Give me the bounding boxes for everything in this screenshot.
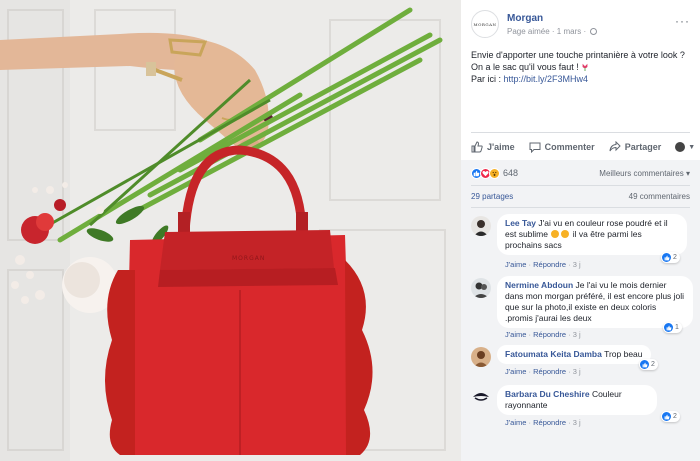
like-label: J'aime [487,142,515,152]
more-options-icon[interactable]: ··· [675,14,690,28]
commenter-avatar[interactable] [471,347,491,367]
post-text: Envie d'apporter une touche printanière … [471,49,693,85]
comment-button[interactable]: Commenter [529,141,595,153]
tulip-icon [582,63,588,71]
bag-bouquet-image: MORGAN [0,0,461,461]
comment-icon [529,142,541,153]
comment-like-count: 2 [673,413,677,420]
thumbs-up-icon [471,141,483,153]
comment-reply-link[interactable]: Répondre [533,367,566,376]
counts-row: 29 partages 49 commentaires [471,192,690,204]
comment-time[interactable]: 3 j [573,367,581,376]
page-name-link[interactable]: Morgan [507,13,543,24]
chevron-down-icon: ▼ [688,143,696,151]
comment-like-link[interactable]: J'aime [505,260,526,269]
heart-eyes-emoji-icon [551,230,560,238]
page-avatar[interactable]: MORGAN [471,10,499,38]
comment-like-badge[interactable]: 2 [661,252,680,263]
comment-bubble: Barbara Du Cheshire Couleur rayonnante [497,385,657,415]
comment-time[interactable]: 3 j [573,260,581,269]
comment-actions: J'aime · Répondre · 3 j [505,330,581,339]
comment-time[interactable]: 3 j [573,330,581,339]
comment-text: Trop beau [604,349,643,359]
heart-eyes-emoji-icon [561,230,570,238]
comment-like-badge[interactable]: 2 [639,359,658,370]
comment-author[interactable]: Nermine Abdoun [505,280,573,290]
comment-like-link[interactable]: J'aime [505,367,526,376]
comment-author[interactable]: Lee Tay [505,218,536,228]
post-link[interactable]: http://bit.ly/2F3MHw4 [504,74,589,84]
divider [471,185,690,186]
comment-bubble: Lee Tay J'ai vu en couleur rose poudré e… [497,214,687,255]
share-label: Partager [624,142,662,152]
comment-actions: J'aime · Répondre · 3 j [505,260,581,269]
comment-like-badge[interactable]: 2 [661,411,680,422]
share-button[interactable]: Partager [609,141,662,153]
comment-time[interactable]: 3 j [573,418,581,427]
avatar-logo-text: MORGAN [473,21,497,27]
post-header: MORGAN Morgan Page aimée · 1 mars · ··· [471,10,690,40]
comment-actions: J'aime · Répondre · 3 j [505,367,581,376]
comment-sort-dropdown[interactable]: Meilleurs commentaires ▾ [599,169,690,178]
comment-author[interactable]: Fatoumata Keita Damba [505,349,602,359]
comment-label: Commenter [544,142,595,152]
reaction-count[interactable]: 648 [503,168,518,178]
post-photo[interactable]: MORGAN [0,0,461,461]
comment-reply-link[interactable]: Répondre [533,330,566,339]
comment-like-link[interactable]: J'aime [505,418,526,427]
thumbs-up-icon [640,360,649,369]
share-icon [609,141,621,152]
like-button[interactable]: J'aime [471,141,515,153]
comment-reply-link[interactable]: Répondre [533,260,566,269]
commenter-avatar[interactable] [471,278,491,298]
post-panel: MORGAN Morgan Page aimée · 1 mars · ··· … [461,0,700,461]
thumbs-up-icon [664,323,673,332]
comment-like-count: 1 [675,324,679,331]
thumbs-up-icon [662,412,671,421]
divider [471,132,690,133]
comment-like-badge[interactable]: 1 [663,322,682,333]
post-text-body: Envie d'apporter une touche printanière … [471,50,685,72]
post-meta-text: Page aimée · 1 mars · [507,27,587,36]
comment-like-count: 2 [673,254,677,261]
comment-bubble: Nermine Abdoun Je l'ai vu le mois dernie… [497,276,693,328]
divider [471,207,690,208]
comment-author[interactable]: Barbara Du Cheshire [505,389,590,399]
share-as-selector[interactable]: ▼ [675,142,695,152]
commenter-avatar[interactable] [471,216,491,236]
wow-reaction-icon[interactable] [489,167,500,179]
user-avatar-icon [675,142,686,152]
comment-like-link[interactable]: J'aime [505,330,526,339]
post-text-prefix: Par ici : [471,74,504,84]
comment-reply-link[interactable]: Répondre [533,418,566,427]
commenter-avatar[interactable] [471,387,491,407]
reactions-row: 648 Meilleurs commentaires ▾ [471,166,690,180]
comment-bubble: Fatoumata Keita Damba Trop beau [497,345,651,364]
post-meta: Page aimée · 1 mars · [507,27,598,36]
shares-count-link[interactable]: 29 partages [471,192,513,201]
thumbs-up-icon [662,253,671,262]
comment-like-count: 2 [651,361,655,368]
globe-icon [590,28,598,35]
post-actions: J'aime Commenter Partager ▼ [471,137,695,157]
comment-actions: J'aime · Répondre · 3 j [505,418,581,427]
bag-brand-text: MORGAN [232,255,265,262]
comments-count-link[interactable]: 49 commentaires [629,192,690,201]
